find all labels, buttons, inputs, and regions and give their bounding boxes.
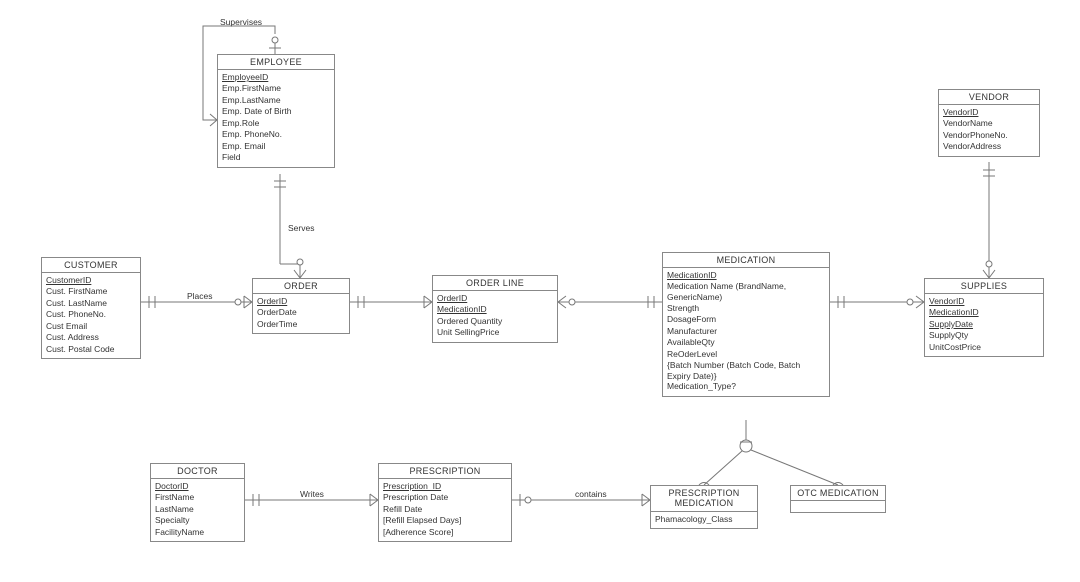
attr: Medication_Type? <box>667 381 825 392</box>
attr: FacilityName <box>155 527 240 538</box>
attr-pk: MedicationID <box>437 304 553 315</box>
entity-attrs: VendorID MedicationID SupplyDate SupplyQ… <box>925 294 1043 356</box>
rel-places: Places <box>187 291 213 301</box>
attr: OrderDate <box>257 307 345 318</box>
entity-doctor: DOCTOR DoctorID FirstName LastName Speci… <box>150 463 245 542</box>
entity-medication: MEDICATION MedicationID Medication Name … <box>662 252 830 397</box>
entity-attrs <box>791 501 885 512</box>
entity-attrs: OrderID MedicationID Ordered Quantity Un… <box>433 291 557 342</box>
attr: Emp. Email <box>222 141 330 152</box>
entity-attrs: OrderID OrderDate OrderTime <box>253 294 349 333</box>
attr: Manufacturer <box>667 326 825 337</box>
attr: DosageForm <box>667 314 825 325</box>
attr: UnitCostPrice <box>929 342 1039 353</box>
attr: Emp.Role <box>222 118 330 129</box>
entity-attrs: MedicationID Medication Name (BrandName,… <box>663 268 829 396</box>
rel-contains: contains <box>575 489 607 499</box>
rel-serves: Serves <box>288 223 314 233</box>
attr: [Adherence Score] <box>383 527 507 538</box>
entity-title: ORDER <box>253 279 349 294</box>
attr-pk: OrderID <box>257 296 345 307</box>
entity-attrs: DoctorID FirstName LastName Specialty Fa… <box>151 479 244 541</box>
attr: Field <box>222 152 330 163</box>
entity-prescription: PRESCRIPTION Prescription_ID Prescriptio… <box>378 463 512 542</box>
attr: Phamacology_Class <box>655 514 753 525</box>
attr: Strength <box>667 303 825 314</box>
attr-pk: VendorID <box>929 296 1039 307</box>
entity-otc-medication: OTC MEDICATION <box>790 485 886 513</box>
attr: VendorPhoneNo. <box>943 130 1035 141</box>
attr: Cust. Address <box>46 332 136 343</box>
attr: {Batch Number (Batch Code, Batch Expiry … <box>667 360 825 381</box>
attr: OrderTime <box>257 319 345 330</box>
attr-pk: DoctorID <box>155 481 240 492</box>
entity-supplies: SUPPLIES VendorID MedicationID SupplyDat… <box>924 278 1044 357</box>
entity-title: DOCTOR <box>151 464 244 479</box>
attr: Cust. Postal Code <box>46 344 136 355</box>
entity-title: ORDER LINE <box>433 276 557 291</box>
entity-employee: EMPLOYEE EmployeeID Emp.FirstName Emp.La… <box>217 54 335 168</box>
entity-order: ORDER OrderID OrderDate OrderTime <box>252 278 350 334</box>
attr: FirstName <box>155 492 240 503</box>
entity-orderline: ORDER LINE OrderID MedicationID Ordered … <box>432 275 558 343</box>
entity-title: OTC MEDICATION <box>791 486 885 501</box>
attr-pk: Prescription_ID <box>383 481 507 492</box>
attr-pk: EmployeeID <box>222 72 330 83</box>
attr: [Refill Elapsed Days] <box>383 515 507 526</box>
attr: Emp.FirstName <box>222 83 330 94</box>
attr: Emp.LastName <box>222 95 330 106</box>
entity-attrs: Prescription_ID Prescription Date Refill… <box>379 479 511 541</box>
entity-prescription-medication: PRESCRIPTION MEDICATION Phamacology_Clas… <box>650 485 758 529</box>
attr: Ordered Quantity <box>437 316 553 327</box>
attr: SupplyQty <box>929 330 1039 341</box>
attr-pk: MedicationID <box>929 307 1039 318</box>
entity-title: VENDOR <box>939 90 1039 105</box>
attr-pk: MedicationID <box>667 270 825 281</box>
attr: Cust. PhoneNo. <box>46 309 136 320</box>
attr: LastName <box>155 504 240 515</box>
entity-title: EMPLOYEE <box>218 55 334 70</box>
attr: Unit SellingPrice <box>437 327 553 338</box>
entity-title: PRESCRIPTION <box>379 464 511 479</box>
entity-attrs: VendorID VendorName VendorPhoneNo. Vendo… <box>939 105 1039 156</box>
attr-pk: VendorID <box>943 107 1035 118</box>
attr: Specialty <box>155 515 240 526</box>
entity-attrs: EmployeeID Emp.FirstName Emp.LastName Em… <box>218 70 334 167</box>
entity-title: MEDICATION <box>663 253 829 268</box>
attr: Emp. PhoneNo. <box>222 129 330 140</box>
entity-attrs: Phamacology_Class <box>651 512 757 528</box>
rel-writes: Writes <box>300 489 324 499</box>
attr-pk: CustomerID <box>46 275 136 286</box>
attr: VendorName <box>943 118 1035 129</box>
entity-title: PRESCRIPTION MEDICATION <box>651 486 757 512</box>
entity-customer: CUSTOMER CustomerID Cust. FirstName Cust… <box>41 257 141 359</box>
attr: VendorAddress <box>943 141 1035 152</box>
attr: Refill Date <box>383 504 507 515</box>
attr: Cust. LastName <box>46 298 136 309</box>
entity-title: CUSTOMER <box>42 258 140 273</box>
attr-pk: SupplyDate <box>929 319 1039 330</box>
attr: Medication Name (BrandName, GenericName) <box>667 281 825 302</box>
attr: Prescription Date <box>383 492 507 503</box>
attr-pk: OrderID <box>437 293 553 304</box>
entity-title: SUPPLIES <box>925 279 1043 294</box>
attr: Emp. Date of Birth <box>222 106 330 117</box>
entity-attrs: CustomerID Cust. FirstName Cust. LastNam… <box>42 273 140 358</box>
entity-vendor: VENDOR VendorID VendorName VendorPhoneNo… <box>938 89 1040 157</box>
attr: Cust. FirstName <box>46 286 136 297</box>
attr: AvailableQty <box>667 337 825 348</box>
rel-supervises: Supervises <box>220 17 262 27</box>
attr: Cust Email <box>46 321 136 332</box>
attr: ReOderLevel <box>667 349 825 360</box>
